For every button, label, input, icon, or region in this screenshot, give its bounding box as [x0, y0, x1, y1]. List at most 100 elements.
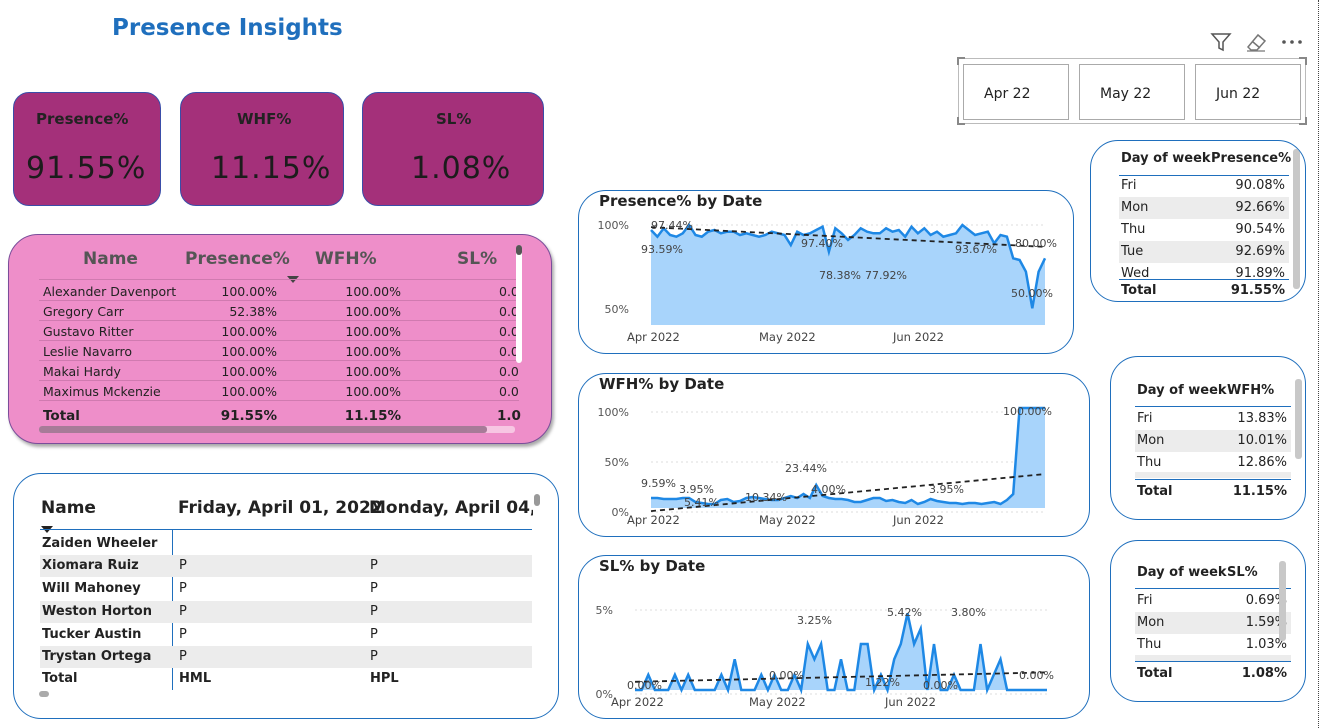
employee-presence-table[interactable]: Name Presence% WFH% SL% Alexander Davenp…: [8, 234, 552, 444]
column-header-name[interactable]: Name: [41, 498, 96, 518]
data-label: 97.40%: [801, 237, 843, 250]
table-row[interactable]: Mon 92.66%: [1119, 197, 1289, 219]
column-header-day[interactable]: Day of week: [1121, 151, 1211, 166]
column-header-value[interactable]: Presence%: [1211, 151, 1291, 166]
data-label: 5.41%: [684, 496, 719, 509]
table-row[interactable]: Will Mahoney P P: [40, 578, 532, 600]
table-row[interactable]: Wed 91.89%: [1119, 263, 1289, 279]
cell-name: Alexander Davenport: [43, 284, 177, 299]
vertical-scrollbar[interactable]: [534, 494, 540, 506]
table-row[interactable]: Mon 1.59%: [1135, 612, 1291, 634]
vertical-scrollbar[interactable]: [516, 245, 522, 363]
column-header-day[interactable]: Day of week: [1137, 383, 1227, 398]
table-row[interactable]: Gregory Carr 52.38% 100.00% 0.0: [39, 301, 519, 321]
wfh-chart-card[interactable]: WFH% by Date 100% 50% 0% Apr 2022 May 2022 Ju…: [578, 373, 1090, 537]
column-header-sl[interactable]: SL%: [457, 249, 497, 269]
horizontal-scrollbar[interactable]: [39, 691, 49, 697]
row-stub: [1135, 472, 1291, 478]
dow-sl-table[interactable]: Day of week SL% Fri 0.69% Mon 1.59% Thu 1.0…: [1110, 540, 1306, 702]
cell-presence: 100.00%: [221, 364, 277, 379]
table-row[interactable]: Tue 92.69%: [1119, 241, 1289, 263]
horizontal-scrollbar[interactable]: [39, 426, 515, 433]
table-row[interactable]: Fri 13.83%: [1135, 408, 1291, 430]
data-label: 0.00%: [1019, 669, 1054, 682]
scrollbar-thumb[interactable]: [516, 245, 522, 255]
sl-chart-card[interactable]: SL% by Date 5% 0% Apr 2022 May 2022 Jun 2022…: [578, 555, 1090, 719]
column-header-date-2[interactable]: Monday, April 04, 2: [369, 498, 533, 518]
cell-name: Xiomara Ruiz: [42, 558, 139, 573]
wfh-area-chart[interactable]: 100%50%0%Apr 2022 May 2022 Jun 20229.59% 3.…: [579, 374, 1091, 538]
table-row[interactable]: Thu 12.86%: [1135, 452, 1291, 474]
table-header-row: Day of week Presence%: [1119, 148, 1291, 170]
column-header-presence[interactable]: Presence%: [185, 249, 290, 269]
month-slicer[interactable]: Apr 22 May 22 Jun 22: [957, 57, 1307, 125]
table-row[interactable]: Thu 90.54%: [1119, 219, 1289, 241]
cell-day: Fri: [1121, 178, 1137, 193]
presence-chart-card[interactable]: Presence% by Date 100% 50% Apr 2022 May 202…: [578, 190, 1074, 354]
column-header-date-1[interactable]: Friday, April 01, 2022: [178, 498, 383, 518]
resize-handle[interactable]: [957, 57, 965, 65]
dow-presence-table[interactable]: Day of week Presence% Fri 90.08% Mon 92.66…: [1090, 140, 1306, 302]
sl-area-chart[interactable]: 5%0%Apr 2022 May 2022 Jun 20220.00%0.00%3.…: [579, 556, 1091, 720]
slicer-item-apr[interactable]: Apr 22: [963, 64, 1069, 120]
table-header-row: Day of week SL%: [1135, 562, 1291, 584]
total-sl: 1.0: [497, 408, 521, 424]
table-row[interactable]: Maximus Mckenzie 100.00% 100.00% 0.0: [39, 381, 519, 401]
eraser-icon[interactable]: [1244, 31, 1268, 57]
kpi-card-sl[interactable]: SL% 1.08%: [362, 92, 544, 206]
column-header-value[interactable]: WFH%: [1227, 383, 1274, 398]
data-label: 23.44%: [785, 462, 827, 475]
data-label: 93.59%: [641, 243, 683, 256]
table-row[interactable]: Xiomara Ruiz P P: [40, 555, 532, 577]
data-label: 3.25%: [797, 614, 832, 627]
table-row[interactable]: Makai Hardy 100.00% 100.00% 0.0: [39, 361, 519, 381]
column-header-day[interactable]: Day of week: [1137, 565, 1227, 580]
table-row[interactable]: Tucker Austin P P: [40, 624, 532, 646]
vertical-scrollbar[interactable]: [1279, 561, 1286, 641]
cell-name: Maximus Mckenzie: [43, 384, 161, 399]
table-row[interactable]: Thu 1.03%: [1135, 634, 1291, 656]
cell-sl: 0.0: [499, 384, 519, 399]
cell-day: Thu: [1137, 455, 1162, 470]
column-header-value[interactable]: SL%: [1227, 565, 1258, 580]
kpi-card-presence[interactable]: Presence% 91.55%: [13, 92, 161, 206]
more-options-icon[interactable]: [1280, 31, 1304, 57]
column-header-name[interactable]: Name: [83, 249, 138, 269]
total-label: Total: [42, 671, 78, 686]
vertical-scrollbar[interactable]: [1295, 379, 1302, 459]
kpi-card-whf[interactable]: WHF% 11.15%: [180, 92, 344, 206]
kpi-value: 1.08%: [411, 151, 512, 186]
slicer-item-may[interactable]: May 22: [1079, 64, 1185, 120]
table-row[interactable]: Alexander Davenport 100.00% 100.00% 0.0: [39, 281, 519, 301]
kpi-label: WHF%: [237, 110, 292, 128]
scrollbar-thumb[interactable]: [39, 426, 487, 433]
table-total-row: Total 1.08%: [1135, 663, 1291, 685]
cell-wfh: 100.00%: [345, 324, 401, 339]
resize-handle[interactable]: [1299, 117, 1307, 125]
table-row[interactable]: Fri 0.69%: [1135, 590, 1291, 612]
cell-status: P: [370, 581, 378, 596]
table-row[interactable]: Fri 90.08%: [1119, 175, 1289, 197]
table-row[interactable]: Trystan Ortega P P: [40, 646, 532, 668]
filter-icon[interactable]: [1210, 31, 1232, 57]
column-header-wfh[interactable]: WFH%: [315, 249, 377, 269]
resize-handle[interactable]: [1299, 57, 1307, 65]
table-total-row: Total 91.55%: [1119, 280, 1289, 301]
vertical-scrollbar[interactable]: [1293, 149, 1300, 289]
total-label: Total: [1137, 666, 1173, 681]
resize-handle[interactable]: [957, 117, 965, 125]
table-row[interactable]: Leslie Navarro 100.00% 100.00% 0.0: [39, 341, 519, 361]
table-total-row: Total 91.55% 11.15% 1.0: [39, 405, 521, 425]
cell-status: P: [370, 627, 378, 642]
dow-wfh-table[interactable]: Day of week WFH% Fri 13.83% Mon 10.01% Thu…: [1110, 356, 1306, 520]
cell-day: Wed: [1121, 266, 1150, 279]
presence-area-chart[interactable]: 100% 50% Apr 2022 May 2022 Jun 2022 97.44% 93.…: [579, 191, 1075, 355]
table-row[interactable]: Zaiden Wheeler: [40, 533, 532, 555]
attendance-matrix[interactable]: Name Friday, April 01, 2022 Monday, Apri…: [13, 473, 559, 719]
table-row[interactable]: Mon 10.01%: [1135, 430, 1291, 452]
total-label: Total: [1137, 484, 1173, 499]
table-row[interactable]: Gustavo Ritter 100.00% 100.00% 0.0: [39, 321, 519, 341]
slicer-item-jun[interactable]: Jun 22: [1195, 64, 1301, 120]
x-tick-label: May 2022: [759, 330, 816, 344]
table-row[interactable]: Weston Horton P P: [40, 601, 532, 623]
